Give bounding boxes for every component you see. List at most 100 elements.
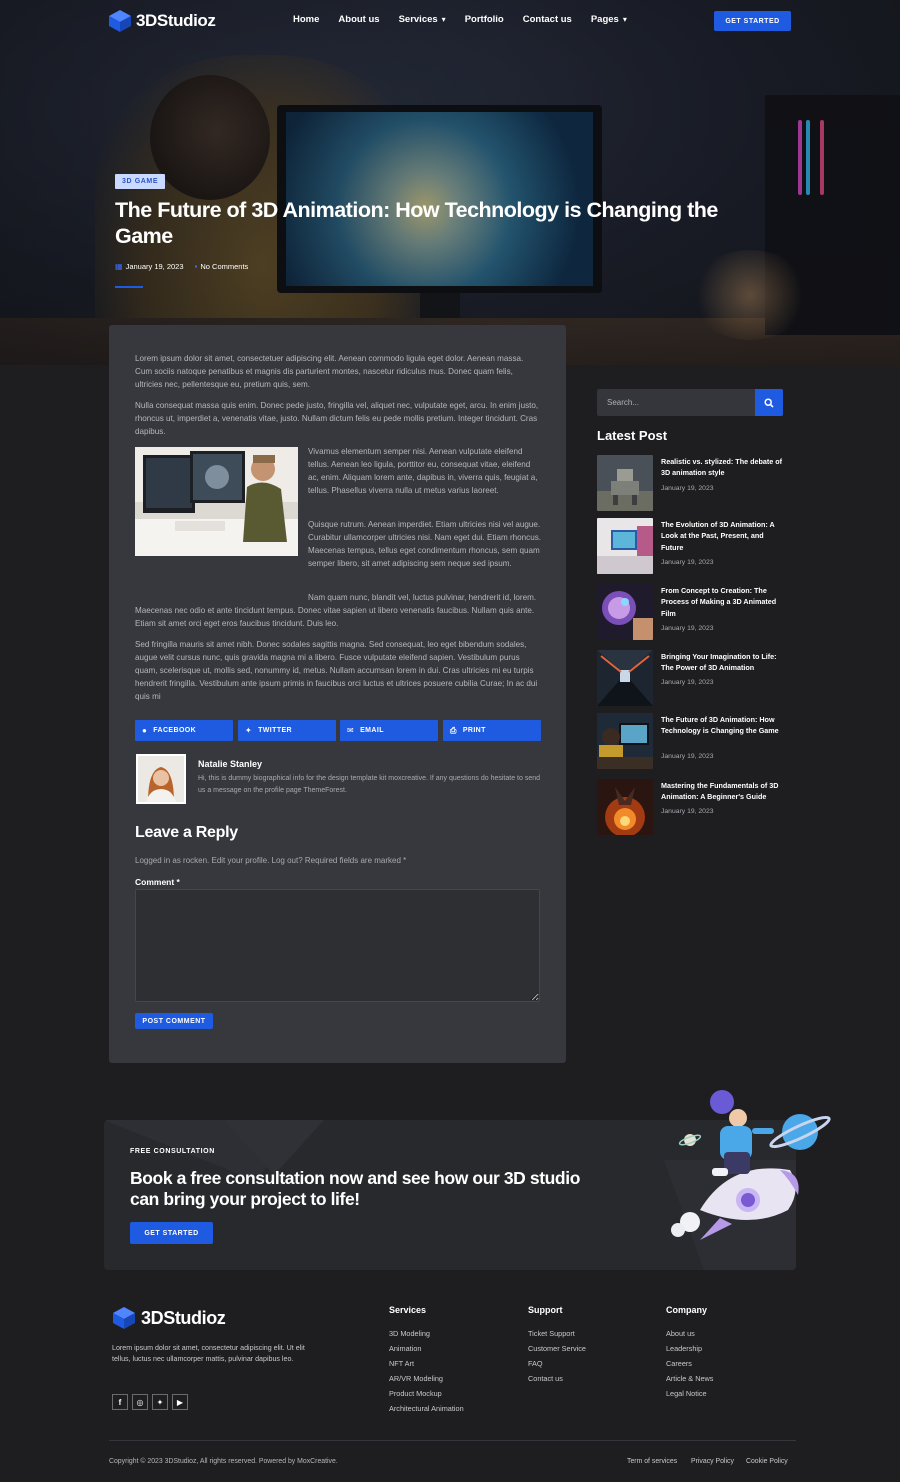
article-paragraph: Vivamus elementum semper nisi. Aenean vu…: [308, 447, 538, 495]
footer-services-title: Services: [389, 1305, 427, 1315]
comment-label: Comment *: [135, 877, 180, 887]
latest-post-date: January 19, 2023: [661, 625, 714, 632]
footer-link[interactable]: Contact us: [528, 1374, 563, 1383]
nav-home[interactable]: Home: [293, 14, 319, 25]
footer-link[interactable]: Leadership: [666, 1344, 702, 1353]
latest-post-date: January 19, 2023: [661, 808, 714, 815]
latest-post-thumb[interactable]: [597, 779, 653, 835]
article-image: [135, 447, 298, 556]
cta-kicker: FREE CONSULTATION: [130, 1148, 215, 1155]
article-paragraph: Nam quam nunc, blandit vel, luctus pulvi…: [135, 593, 537, 628]
cube-logo-icon: [109, 10, 131, 32]
post-meta: ▦ January 19, 2023 ▪ No Comments: [115, 262, 248, 271]
youtube-icon[interactable]: ▶: [172, 1394, 188, 1410]
footer-description: Lorem ipsum dolor sit amet, consectetur …: [112, 1344, 305, 1364]
site-header: 3DStudioz Home About us Services ▾ Portfo…: [0, 0, 900, 42]
print-icon: ⎙: [450, 725, 457, 735]
post-date: ▦ January 19, 2023: [115, 262, 184, 271]
footer-link[interactable]: Careers: [666, 1359, 692, 1368]
footer-logo[interactable]: 3DStudioz: [112, 1306, 226, 1330]
latest-post-thumb[interactable]: [597, 713, 653, 769]
terms-link[interactable]: Term of services: [627, 1458, 677, 1465]
facebook-icon: ●: [142, 726, 148, 735]
latest-post-date: January 19, 2023: [661, 485, 714, 492]
instagram-icon[interactable]: ◎: [132, 1394, 148, 1410]
footer-company-title: Company: [666, 1305, 708, 1315]
post-comment-button[interactable]: POST COMMENT: [135, 1013, 213, 1029]
article-paragraph: Nulla consequat massa quis enim. Donec p…: [135, 401, 539, 436]
print-button[interactable]: ⎙ PRINT: [443, 720, 541, 741]
cta-heading: Book a free consultation now and see how…: [130, 1168, 580, 1209]
author-bio: Hi, this is dummy biographical info for …: [198, 775, 541, 794]
latest-post-title[interactable]: The Evolution of 3D Animation: A Look at…: [661, 519, 786, 553]
latest-post-date: January 19, 2023: [661, 753, 714, 760]
footer-link[interactable]: FAQ: [528, 1359, 543, 1368]
share-twitter-button[interactable]: ✦ TWITTER: [238, 720, 336, 741]
footer-link[interactable]: Architectural Animation: [389, 1404, 464, 1413]
nav-contact[interactable]: Contact us: [523, 14, 572, 25]
category-badge[interactable]: 3D GAME: [115, 174, 166, 189]
footer-support-title: Support: [528, 1305, 563, 1315]
post-comments[interactable]: ▪ No Comments: [195, 262, 249, 271]
footer-logo-text: 3DStudioz: [141, 1307, 226, 1328]
footer-link[interactable]: Legal Notice: [666, 1389, 707, 1398]
footer-link[interactable]: Animation: [389, 1344, 421, 1353]
title-divider: [115, 286, 143, 288]
latest-post-heading: Latest Post: [597, 428, 668, 443]
search-button[interactable]: [755, 389, 783, 416]
search-input[interactable]: [597, 389, 755, 416]
article-paragraph: Lorem ipsum dolor sit amet, consectetuer…: [135, 354, 524, 389]
share-facebook-button[interactable]: ● FACEBOOK: [135, 720, 233, 741]
facebook-icon[interactable]: f: [112, 1394, 128, 1410]
footer-link[interactable]: AR/VR Modeling: [389, 1374, 443, 1383]
article-paragraph: Sed fringilla mauris sit amet nibh. Done…: [135, 640, 538, 701]
twitter-icon[interactable]: ✦: [152, 1394, 168, 1410]
search-icon: [764, 397, 774, 408]
cta-get-started-button[interactable]: GET STARTED: [130, 1222, 213, 1244]
latest-post-thumb[interactable]: [597, 584, 653, 640]
footer-divider: [109, 1440, 796, 1441]
reply-heading: Leave a Reply: [135, 824, 238, 841]
comment-icon: ▪: [194, 262, 198, 271]
latest-post-title[interactable]: From Concept to Creation: The Process of…: [661, 585, 786, 619]
footer-link[interactable]: Product Mockup: [389, 1389, 442, 1398]
latest-post-title[interactable]: Bringing Your Imagination to Life: The P…: [661, 651, 786, 674]
logo-text: 3DStudioz: [136, 11, 216, 30]
share-email-button[interactable]: ✉ EMAIL: [340, 720, 438, 741]
rocket-character-illustration: [671, 1090, 831, 1240]
post-title: The Future of 3D Animation: How Technolo…: [115, 198, 718, 248]
cube-logo-icon: [113, 1307, 135, 1329]
nav-about[interactable]: About us: [338, 14, 379, 25]
footer-link[interactable]: Ticket Support: [528, 1329, 575, 1338]
latest-post-title[interactable]: Mastering the Fundamentals of 3D Animati…: [661, 780, 786, 803]
nav-services[interactable]: Services ▾: [399, 14, 446, 25]
footer-link[interactable]: About us: [666, 1329, 695, 1338]
author-avatar: [136, 754, 186, 804]
email-icon: ✉: [347, 726, 355, 735]
cookie-link[interactable]: Cookie Policy: [746, 1458, 788, 1465]
latest-post-date: January 19, 2023: [661, 679, 714, 686]
get-started-button[interactable]: GET STARTED: [714, 11, 791, 31]
footer-link[interactable]: Customer Service: [528, 1344, 586, 1353]
logged-in-note: Logged in as rocken. Edit your profile. …: [135, 856, 407, 865]
privacy-link[interactable]: Privacy Policy: [691, 1458, 734, 1465]
nav-portfolio[interactable]: Portfolio: [465, 14, 504, 25]
latest-post-thumb[interactable]: [597, 455, 653, 511]
footer-link[interactable]: NFT Art: [389, 1359, 414, 1368]
chevron-down-icon: ▾: [622, 15, 627, 24]
site-logo[interactable]: 3DStudioz: [108, 9, 216, 33]
latest-post-thumb[interactable]: [597, 518, 653, 574]
comment-textarea[interactable]: [135, 889, 540, 1002]
chevron-down-icon: ▾: [441, 15, 446, 24]
twitter-icon: ✦: [245, 726, 253, 735]
latest-post-thumb[interactable]: [597, 650, 653, 706]
author-name[interactable]: Natalie Stanley: [198, 759, 262, 769]
footer-link[interactable]: 3D Modeling: [389, 1329, 430, 1338]
nav-pages[interactable]: Pages ▾: [591, 14, 627, 25]
main-nav: Home About us Services ▾ Portfolio Contac…: [293, 14, 646, 25]
latest-post-title[interactable]: Realistic vs. stylized: The debate of 3D…: [661, 456, 786, 479]
footer-link[interactable]: Article & News: [666, 1374, 713, 1383]
article-paragraph: Quisque rutrum. Aenean imperdiet. Etiam …: [308, 520, 542, 568]
social-links: f ◎ ✦ ▶: [112, 1394, 188, 1410]
latest-post-title[interactable]: The Future of 3D Animation: How Technolo…: [661, 714, 786, 737]
